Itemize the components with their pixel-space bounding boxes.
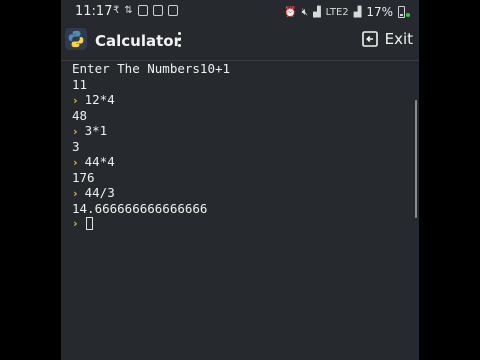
python-logo-icon	[65, 28, 87, 50]
console-input-line: › 44/3	[72, 185, 412, 201]
prompt-icon: ›	[72, 156, 79, 169]
console-input-text: 44*4	[84, 154, 115, 169]
data-icon: ⇅	[124, 5, 133, 16]
rupee-icon: ₹	[113, 5, 120, 16]
text-cursor[interactable]	[85, 217, 93, 231]
status-system-icons: ⏰ 🔇︎ ▟ LTE2 ▟ 17%	[284, 5, 405, 19]
console-output[interactable]: Enter The Numbers10+1 11 › 12*4 48 › 3*1 3 › 44*4…	[72, 61, 412, 232]
exit-button[interactable]: Exit	[360, 29, 413, 49]
console-input-text: 44/3	[84, 185, 115, 200]
signal-icon: ▟	[353, 6, 362, 18]
battery-percent: 17%	[366, 5, 393, 19]
signal-icon: ▟	[312, 6, 321, 18]
console-input-line: › 3*1	[72, 123, 412, 139]
alarm-icon: ⏰	[284, 6, 297, 18]
status-bar: 11:17 ₹ ⇅ ⏰ 🔇︎ ▟ LTE2 ▟ 17%	[61, 0, 419, 24]
console-output-line: 11	[72, 76, 88, 92]
mute-icon: 🔇︎	[301, 6, 308, 18]
more-options-icon[interactable]	[175, 30, 183, 50]
phone-screen: 11:17 ₹ ⇅ ⏰ 🔇︎ ▟ LTE2 ▟ 17% Calculator E…	[61, 0, 419, 360]
console-output-line: 3	[72, 138, 80, 154]
battery-icon	[398, 6, 405, 18]
volte-icon: LTE2	[325, 6, 349, 18]
console-input-line: › 44*4	[72, 154, 412, 170]
scrollbar[interactable]	[415, 100, 417, 218]
gallery-icon	[167, 5, 178, 16]
prompt-icon: ›	[72, 125, 79, 138]
status-time: 11:17	[75, 4, 113, 19]
gallery-icon	[137, 5, 148, 16]
exit-icon	[361, 31, 378, 47]
gallery-icon	[152, 5, 163, 16]
app-title: Calculator	[95, 32, 181, 50]
prompt-icon: ›	[72, 94, 79, 107]
status-notification-icons: ₹ ⇅	[113, 5, 178, 16]
privacy-indicator-dot	[406, 13, 410, 17]
console-output-line: 176	[72, 169, 95, 185]
console-output-line: 48	[72, 107, 88, 123]
console-input-text: 3*1	[84, 123, 108, 138]
console-output-line: 14.666666666666666	[72, 200, 208, 216]
app-bar: Calculator Exit	[61, 24, 419, 60]
console-input-line: › 12*4	[72, 92, 412, 108]
prompt-icon: ›	[72, 217, 79, 230]
console-prompt-line[interactable]: ›	[72, 216, 412, 232]
console-input-text: 12*4	[84, 92, 115, 107]
exit-label: Exit	[384, 30, 413, 48]
console-output-line: Enter The Numbers10+1	[72, 61, 231, 76]
prompt-icon: ›	[72, 187, 79, 200]
